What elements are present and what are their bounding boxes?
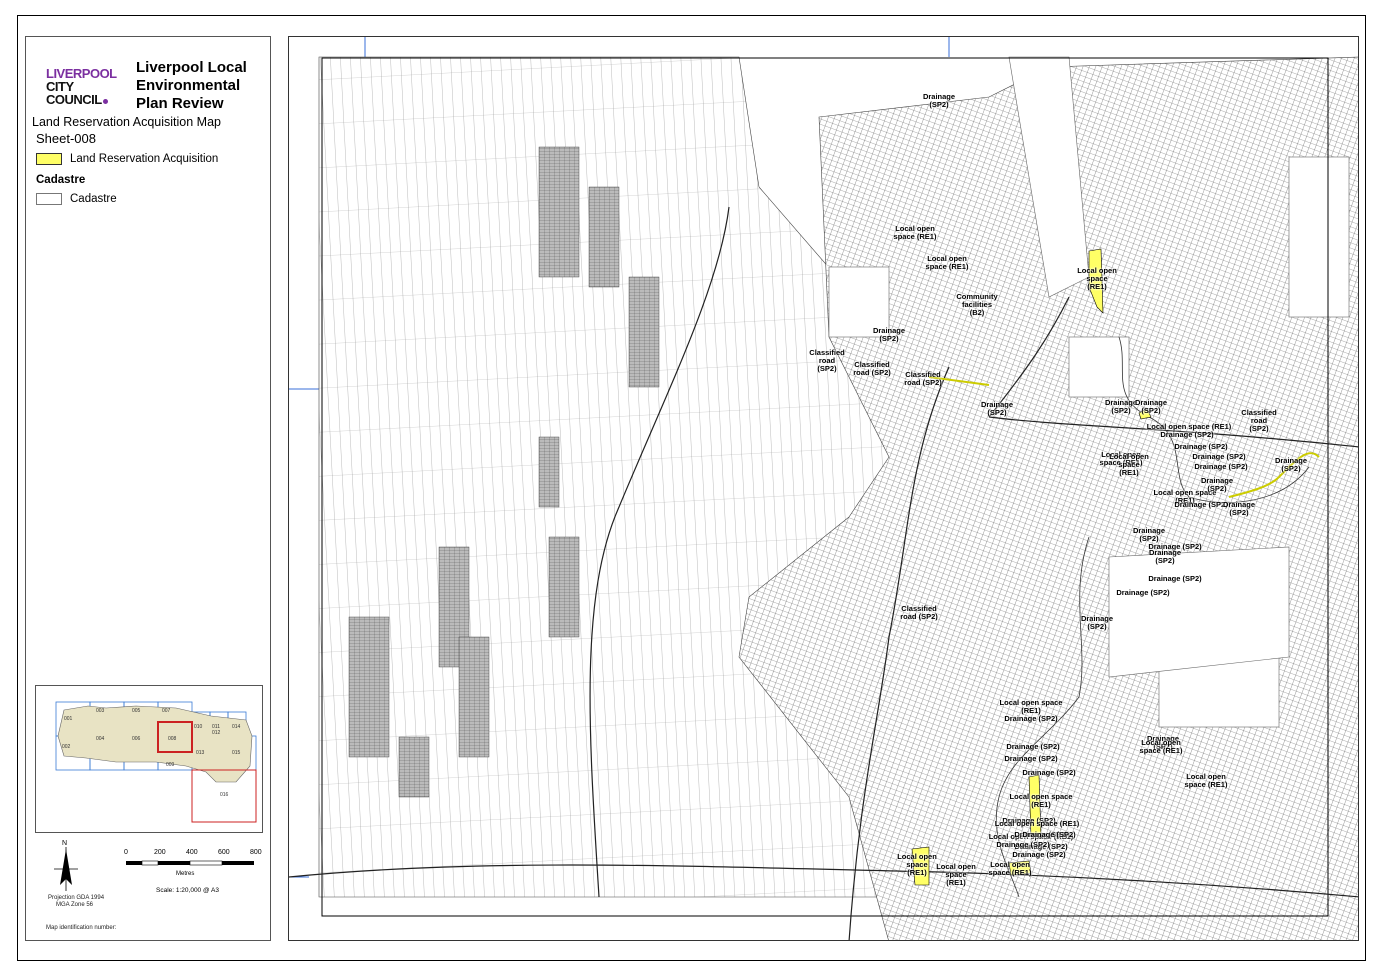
zone-label: Classified road (SP2): [1241, 408, 1277, 433]
zone-label: Classified road (SP2): [904, 370, 942, 387]
zone-label: Local open space (RE1): [1109, 452, 1149, 477]
svg-text:007: 007: [162, 708, 171, 714]
zone-label: Local open space (RE1): [988, 860, 1032, 877]
zone-label: Drainage (SP2): [1004, 714, 1058, 723]
zone-label: Drainage (SP2): [1006, 742, 1060, 751]
zone-label: Local open space (RE1): [994, 819, 1080, 828]
map-id-text: Map identification number:: [46, 925, 117, 931]
zone-label: Drainage (SP2): [1148, 574, 1202, 583]
svg-text:015: 015: [232, 750, 241, 756]
zone-label: Local open space (RE1): [1139, 738, 1183, 755]
zone-label: Local open space (RE1): [1184, 772, 1228, 789]
zone-label: Drainage (SP2): [1194, 462, 1248, 471]
zone-label: Local open space (RE1): [1009, 792, 1073, 809]
svg-text:013: 013: [196, 750, 205, 756]
svg-text:008: 008: [168, 736, 177, 742]
council-logo: LIVERPOOL CITY COUNCIL: [46, 66, 117, 107]
zone-label: Drainage (SP2): [1004, 754, 1058, 763]
zone-label: Drainage (SP2): [1116, 588, 1170, 597]
scale-text: Scale: 1:20,000 @ A3: [156, 887, 219, 894]
north-arrow-icon: N: [54, 840, 78, 891]
zone-label: Drainage (SP2): [1160, 430, 1214, 439]
sheet-number: Sheet-008: [36, 131, 96, 146]
zone-text: MGA Zone 56: [56, 902, 94, 908]
svg-text:001: 001: [64, 716, 73, 722]
zone-label: Drainage (SP2): [1222, 500, 1256, 517]
zone-label: Drainage (SP2): [1080, 614, 1114, 631]
inset-locator-map: 001 002 003 004 005 006 007 008 009 010 …: [35, 685, 263, 833]
zone-label: Drainage (SP2): [1148, 548, 1182, 565]
zone-label: Drainage (SP2): [996, 840, 1050, 849]
map-title: Land Reservation Acquisition Map: [32, 115, 222, 129]
scale-bar: 0 200 400 600 800 Metres Scale: 1:20,000…: [116, 849, 266, 909]
main-map[interactable]: Drainage (SP2) Local open space (RE1) Loca…: [288, 36, 1359, 941]
yellow-swatch-icon: [36, 153, 62, 165]
svg-text:002: 002: [62, 744, 71, 750]
svg-text:004: 004: [96, 736, 105, 742]
north-arrow: N: [46, 837, 86, 897]
zone-label: Drainage (SP2): [872, 326, 906, 343]
zone-label: Local open space (RE1): [999, 698, 1063, 715]
svg-text:N: N: [62, 840, 67, 847]
zone-label: Drainage (SP2): [1174, 442, 1228, 451]
svg-text:006: 006: [132, 736, 141, 742]
legend-panel: LIVERPOOL CITY COUNCIL Liverpool Local E…: [25, 36, 271, 941]
zone-label: Drainage (SP2): [1104, 398, 1138, 415]
zone-label: Drainage (SP2): [1022, 768, 1076, 777]
zone-label: Drainage (SP2): [1192, 452, 1246, 461]
zone-label: Drainage (SP2): [980, 400, 1014, 417]
document-title: Liverpool Local Environmental Plan Revie…: [136, 59, 247, 112]
zone-label: Drainage (SP2): [1022, 830, 1076, 839]
projection-text: Projection GDA 1994: [48, 895, 105, 901]
svg-text:012: 012: [212, 730, 221, 736]
svg-text:014: 014: [232, 724, 241, 730]
scale-unit: Metres: [176, 871, 195, 877]
svg-text:010: 010: [194, 724, 203, 730]
svg-text:016: 016: [220, 792, 229, 798]
zone-label: Community facilities (B2): [956, 292, 998, 317]
zone-label: Drainage (SP2): [1132, 526, 1166, 543]
zone-label: Classified road (SP2): [853, 360, 891, 377]
zone-label: Local open space (RE1): [925, 254, 969, 271]
inset-map-graphic: 001 002 003 004 005 006 007 008 009 010 …: [55, 701, 257, 823]
svg-text:005: 005: [132, 708, 141, 714]
zone-label: Drainage (SP2): [1274, 456, 1308, 473]
zone-label: Local open space (RE1): [1077, 266, 1117, 291]
zone-label: Drainage (SP2): [1134, 398, 1168, 415]
svg-text:009: 009: [166, 762, 175, 768]
zone-label: Drainage (SP2): [1174, 500, 1228, 509]
zone-label: Local open space (RE1): [893, 224, 937, 241]
svg-text:003: 003: [96, 708, 105, 714]
zone-label: Drainage (SP2): [922, 92, 956, 109]
legend-section-cadastre: Cadastre: [36, 174, 86, 186]
zone-label: Drainage (SP2): [1200, 476, 1234, 493]
zone-label: Drainage (SP2): [1012, 850, 1066, 859]
zone-label: Classified road (SP2): [809, 348, 845, 373]
white-swatch-icon: [36, 193, 62, 205]
zone-label: Local open space (RE1): [936, 862, 976, 887]
zone-label: Local open space (RE1): [897, 852, 937, 877]
zone-label: Classified road (SP2): [900, 604, 938, 621]
legend-item-land-reservation: Land Reservation Acquisition: [36, 153, 218, 165]
legend-item-cadastre: Cadastre: [36, 193, 117, 205]
